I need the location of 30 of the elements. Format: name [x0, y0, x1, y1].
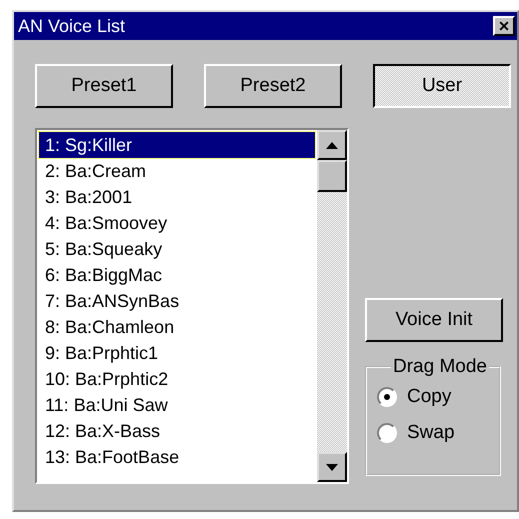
voice-list-item[interactable]: 8: Ba:Chamleon	[39, 314, 315, 340]
voice-list-item[interactable]: 2: Ba:Cream	[39, 158, 315, 184]
radio-label: Copy	[407, 386, 452, 408]
voice-list-item[interactable]: 9: Ba:Prphtic1	[39, 340, 315, 366]
down-arrow-icon	[326, 464, 338, 470]
group-title: Drag Mode	[392, 356, 488, 378]
voice-list-item[interactable]: 11: Ba:Uni Saw	[39, 392, 315, 418]
voice-init-button[interactable]: Voice Init	[365, 298, 503, 342]
voice-list-item[interactable]: 13: Ba:FootBase	[39, 444, 315, 470]
close-button[interactable]: ×	[493, 16, 515, 36]
voice-list-item[interactable]: 10: Ba:Prphtic2	[39, 366, 315, 392]
voice-list-item[interactable]: 7: Ba:ANSynBas	[39, 288, 315, 314]
scroll-up-button[interactable]	[317, 130, 347, 160]
window-title: AN Voice List	[18, 16, 126, 36]
bank-button[interactable]: Preset1	[35, 64, 173, 108]
bank-button[interactable]: Preset2	[204, 64, 342, 108]
radio-button[interactable]	[377, 387, 397, 407]
scrollbar[interactable]	[317, 130, 347, 482]
voice-list-item[interactable]: 3: Ba:2001	[39, 184, 315, 210]
up-arrow-icon	[326, 142, 338, 148]
voice-list-item[interactable]: 6: Ba:BiggMac	[39, 262, 315, 288]
voice-list-item[interactable]: 4: Ba:Smoovey	[39, 210, 315, 236]
radio-button[interactable]	[377, 423, 397, 443]
bank-button[interactable]: User	[373, 64, 511, 108]
voice-list-item[interactable]: 12: Ba:X-Bass	[39, 418, 315, 444]
voice-list-item[interactable]: 1: Sg:Killer	[39, 132, 315, 158]
scroll-thumb[interactable]	[317, 160, 347, 192]
radio-label: Swap	[407, 422, 455, 444]
scroll-down-button[interactable]	[317, 452, 347, 482]
voice-list-item[interactable]: 5: Ba:Squeaky	[39, 236, 315, 262]
